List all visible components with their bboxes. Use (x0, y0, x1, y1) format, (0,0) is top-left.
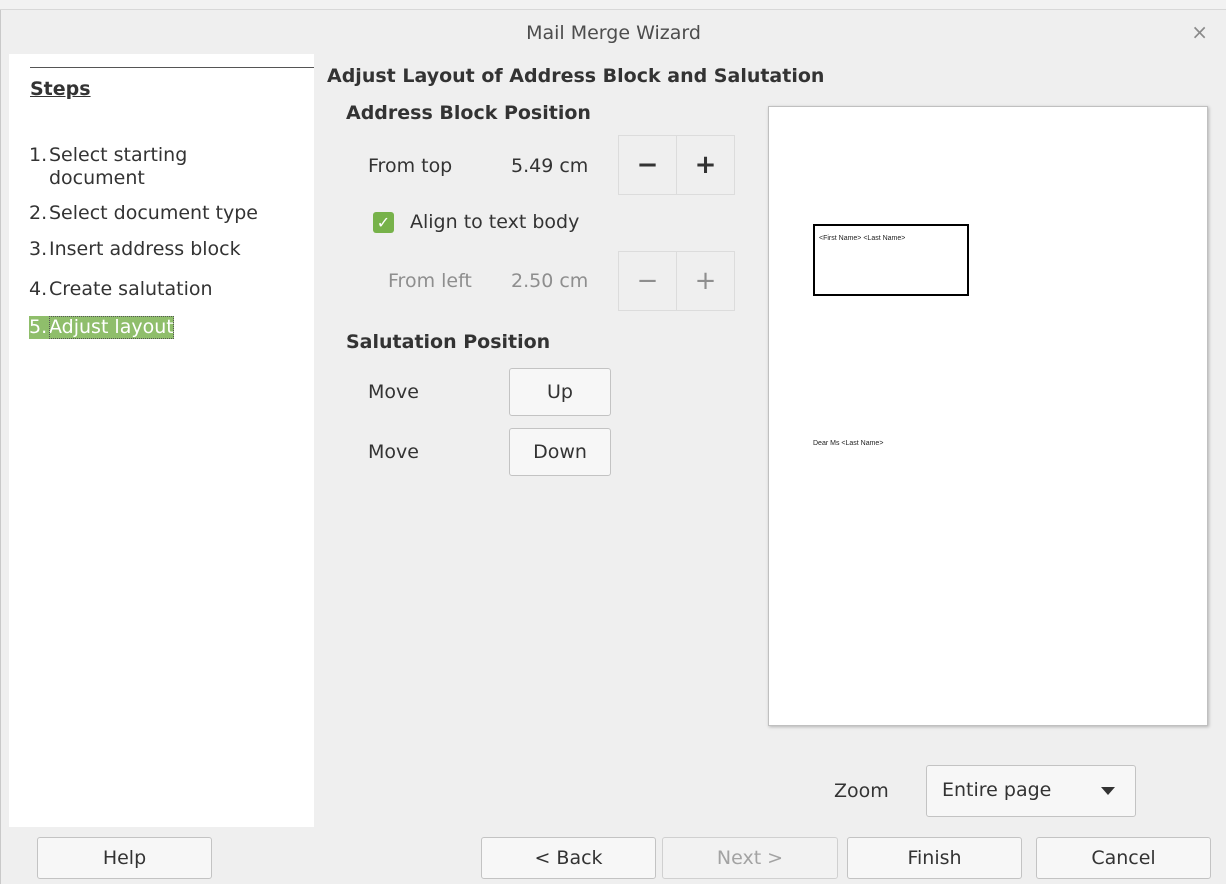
step-select-document-type[interactable]: 2.Select document type (29, 202, 258, 225)
salutation-position-heading: Salutation Position (346, 331, 551, 353)
help-button[interactable]: Help (37, 837, 212, 879)
steps-header: Steps (30, 67, 314, 100)
finish-button[interactable]: Finish (847, 837, 1022, 879)
step-label: Select starting (49, 144, 188, 166)
step-create-salutation[interactable]: 4.Create salutation (29, 278, 213, 301)
cancel-button[interactable]: Cancel (1036, 837, 1211, 879)
back-button[interactable]: < Back (481, 837, 656, 879)
close-icon[interactable]: × (1191, 22, 1208, 42)
from-left-spinner: − + (618, 251, 735, 311)
from-left-decrease-button[interactable]: − (619, 252, 676, 310)
address-block-preview[interactable]: <First Name> <Last Name> (813, 224, 969, 296)
step-label: document (49, 167, 145, 189)
move-down-label: Move (368, 441, 419, 463)
chevron-down-icon (1101, 787, 1115, 795)
step-label: Create salutation (49, 278, 213, 300)
step-number: 5. (29, 316, 48, 338)
page-preview: <First Name> <Last Name> Dear Ms <Last N… (768, 106, 1208, 726)
next-button[interactable]: Next > (662, 837, 838, 879)
mail-merge-dialog: Mail Merge Wizard × Steps 1.Select start… (0, 10, 1226, 884)
step-number: 2. (29, 202, 48, 224)
from-top-increase-button[interactable]: + (676, 136, 734, 194)
from-top-label: From top (368, 155, 453, 177)
from-left-value[interactable]: 2.50 cm (511, 270, 588, 292)
checkmark-icon: ✓ (376, 213, 391, 232)
salutation-preview-text: Dear Ms <Last Name> (813, 440, 884, 447)
move-down-button[interactable]: Down (509, 428, 611, 476)
page-heading: Adjust Layout of Address Block and Salut… (327, 65, 825, 87)
align-to-text-body-checkbox[interactable]: ✓ (373, 212, 394, 233)
move-up-label: Move (368, 381, 419, 403)
from-top-value[interactable]: 5.49 cm (511, 155, 588, 177)
from-left-label: From left (388, 270, 472, 292)
zoom-label: Zoom (834, 780, 889, 802)
step-adjust-layout[interactable]: 5.Adjust layout (29, 316, 174, 339)
step-label: Adjust layout (49, 316, 174, 339)
step-select-starting-document[interactable]: 1.Select starting document (29, 144, 187, 190)
dialog-title: Mail Merge Wizard (526, 22, 701, 44)
title-bar: Mail Merge Wizard × (1, 10, 1226, 54)
move-up-button[interactable]: Up (509, 368, 611, 416)
step-label: Insert address block (49, 238, 241, 260)
step-label: Select document type (49, 202, 258, 224)
zoom-select[interactable]: Entire page (926, 765, 1136, 817)
step-number: 1. (29, 144, 48, 166)
zoom-select-value: Entire page (942, 779, 1052, 801)
from-top-spinner: − + (618, 135, 735, 195)
address-block-position-heading: Address Block Position (346, 102, 591, 124)
step-insert-address-block[interactable]: 3.Insert address block (29, 238, 241, 261)
step-number: 3. (29, 238, 48, 260)
steps-panel: Steps 1.Select starting document 2.Select… (9, 54, 314, 827)
step-number: 4. (29, 278, 48, 300)
background-window-strip (0, 0, 1226, 10)
address-block-text: <First Name> <Last Name> (819, 235, 906, 242)
align-to-text-body-label[interactable]: Align to text body (410, 211, 579, 233)
from-top-decrease-button[interactable]: − (619, 136, 676, 194)
from-left-increase-button[interactable]: + (676, 252, 734, 310)
